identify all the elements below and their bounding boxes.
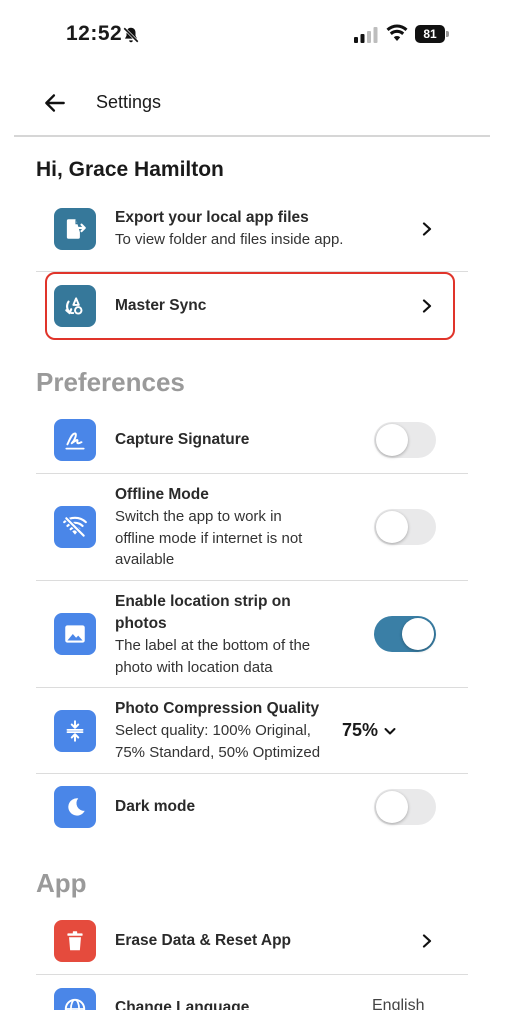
offline-mode-item: Offline Mode Switch the app to work in o… [36, 474, 468, 580]
header-divider [14, 135, 490, 137]
chevron-right-icon [422, 222, 432, 236]
compression-quality-select[interactable]: 75% [342, 720, 397, 741]
location-strip-toggle[interactable] [374, 616, 436, 652]
compression-quality-value: 75% [342, 720, 379, 740]
signature-icon [54, 419, 96, 461]
photo-compression-item[interactable]: Photo Compression Quality Select quality… [36, 688, 468, 773]
user-greeting: Hi, Grace Hamilton [36, 158, 224, 181]
location-strip-item: Enable location strip on photos The labe… [36, 581, 468, 687]
export-file-icon [54, 208, 96, 250]
capture-signature-item: Capture Signature [36, 404, 468, 474]
status-bar: 12:52 81 [0, 0, 506, 70]
export-files-subtitle: To view folder and files inside app. [115, 231, 344, 248]
wifi-off-icon [54, 506, 96, 548]
page-title: Settings [96, 92, 162, 112]
change-language-title: Change Language [115, 999, 250, 1010]
offline-mode-subtitle-line: offline mode if internet is not [115, 529, 303, 547]
location-strip-subtitle-line: photo with location data [115, 658, 273, 676]
photo-compression-subtitle-line: 75% Standard, 50% Optimized [115, 743, 321, 761]
capture-signature-title: Capture Signature [115, 431, 250, 448]
bell-off-icon [122, 26, 140, 44]
highlight-box [45, 272, 455, 340]
app-header: Settings [0, 70, 506, 136]
dark-mode-title: Dark mode [115, 798, 196, 815]
photo-compression-title: Photo Compression Quality [115, 700, 320, 717]
capture-signature-toggle[interactable] [374, 422, 436, 458]
moon-icon [54, 786, 96, 828]
language-value[interactable]: English [372, 997, 424, 1010]
location-strip-title-line: photos [115, 615, 167, 632]
globe-icon [54, 988, 96, 1010]
image-icon [54, 613, 96, 655]
status-time: 12:52 [66, 22, 123, 45]
section-title-app: App [36, 868, 87, 898]
chevron-right-icon [422, 934, 432, 948]
erase-data-item[interactable]: Erase Data & Reset App [36, 906, 468, 974]
battery-indicator: 81 [415, 25, 449, 43]
offline-mode-subtitle-line: Switch the app to work in [115, 508, 282, 525]
erase-data-title: Erase Data & Reset App [115, 932, 292, 949]
section-title-preferences: Preferences [36, 367, 185, 397]
trash-icon [54, 920, 96, 962]
wifi-icon [386, 24, 408, 41]
export-files-title: Export your local app files [115, 209, 309, 226]
battery-level: 81 [415, 25, 445, 43]
export-files-item[interactable]: Export your local app files To view fold… [36, 196, 468, 270]
chevron-down-icon [384, 727, 396, 734]
dark-mode-toggle[interactable] [374, 789, 436, 825]
back-arrow-icon[interactable] [42, 90, 68, 116]
offline-mode-subtitle-line: available [115, 551, 175, 568]
location-strip-title-line: Enable location strip on [115, 593, 291, 610]
signal-icon [354, 27, 378, 43]
offline-mode-toggle[interactable] [374, 509, 436, 545]
compress-icon [54, 710, 96, 752]
dark-mode-item: Dark mode [36, 774, 468, 840]
location-strip-subtitle-line: The label at the bottom of the [115, 637, 311, 654]
offline-mode-title: Offline Mode [115, 486, 209, 503]
